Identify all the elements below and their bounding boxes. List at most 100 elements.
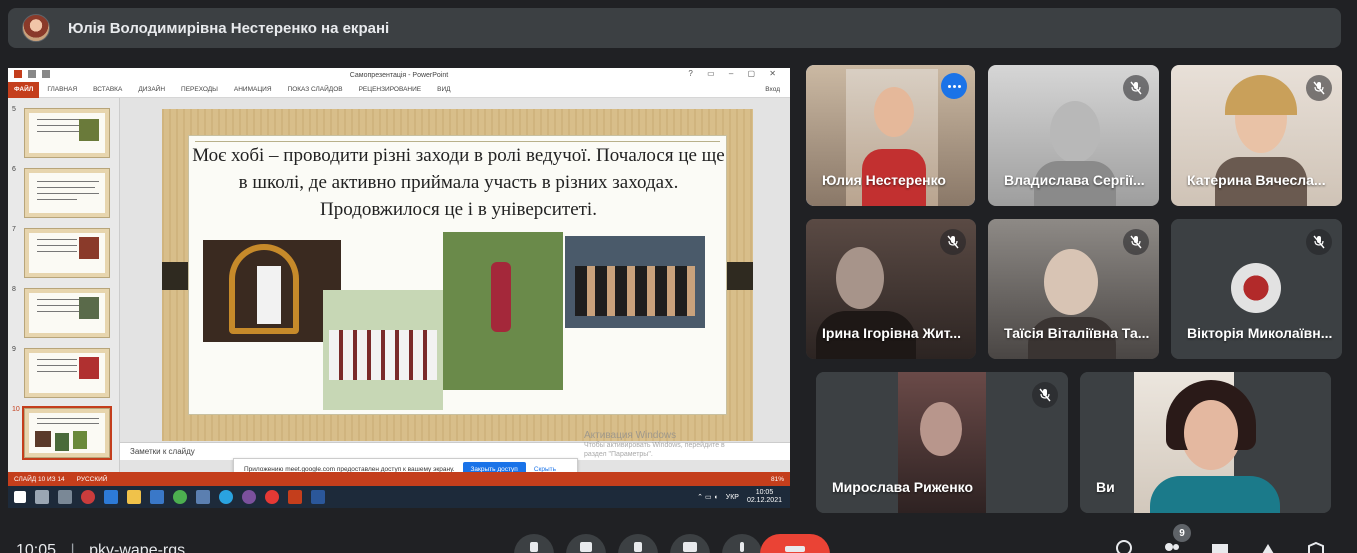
- camera-button[interactable]: [566, 534, 606, 553]
- ribbon-tab: ВИД: [437, 86, 451, 93]
- thumb-card: [22, 406, 112, 460]
- muted-indicator: [1123, 229, 1149, 255]
- thumb-number: 9: [12, 346, 16, 353]
- ppt-ribbon: ФАЙЛ ГЛАВНАЯ ВСТАВКА ДИЗАЙН ПЕРЕХОДЫ АНИ…: [8, 81, 790, 98]
- participant-name: Ви: [1096, 479, 1115, 495]
- participant-count-badge: 9: [1173, 524, 1191, 542]
- slide-thumbnail: 7: [12, 226, 118, 282]
- opera-icon: [81, 490, 95, 504]
- slide-photo-2: [323, 290, 443, 410]
- participant-tile-self[interactable]: Ви: [1080, 372, 1331, 513]
- participant-tile[interactable]: Таїсія Віталіївна Та...: [988, 219, 1159, 359]
- slide-photo-1: [203, 240, 341, 342]
- participant-name: Таїсія Віталіївна Та...: [1004, 325, 1150, 341]
- participant-tile[interactable]: Ірина Ігорівна Жит...: [806, 219, 976, 359]
- presenter-bar: Юлія Володимирівна Нестеренко на екрані: [8, 8, 1341, 48]
- ribbon-tab: ВСТАВКА: [93, 86, 123, 93]
- muted-indicator: [1306, 75, 1332, 101]
- thumb-card: [24, 228, 110, 278]
- slide-counter: СЛАЙД 10 ИЗ 14: [14, 475, 65, 483]
- mic-off-icon: [1039, 388, 1051, 402]
- tray-icons: ⌃ ▭ ◖: [697, 494, 718, 501]
- slide-thumbnail: 6: [12, 166, 118, 222]
- leave-call-button[interactable]: [760, 534, 830, 553]
- shield-icon: [1308, 541, 1324, 553]
- slide-editor: Моє хобі – проводити різні заходи в ролі…: [120, 98, 790, 472]
- thumb-number: 10: [12, 406, 20, 413]
- shared-screen: Самопрезентація - PowerPoint ? ▭ – ▢ ✕ Ф…: [8, 68, 790, 508]
- ribbon-tab: ГЛАВНАЯ: [47, 86, 78, 93]
- participant-tile[interactable]: Юлия Нестеренко: [806, 65, 975, 206]
- ppt-logo-icon: [14, 70, 22, 78]
- taskbar-time: 10:05: [755, 489, 774, 496]
- participant-name: Вікторія Миколаївн...: [1187, 325, 1333, 341]
- ppt-titlebar: Самопрезентація - PowerPoint ? ▭ – ▢ ✕: [8, 68, 790, 82]
- slide-thumbnail: 8: [12, 286, 118, 342]
- ppt-body: 5 6 7 8 9 10 Моє хобі – проводити різні …: [8, 98, 790, 472]
- present-button[interactable]: [670, 534, 710, 553]
- word-icon: [311, 490, 325, 504]
- meeting-time-and-code: 10:05 | pkv-wape-rqs: [16, 542, 185, 553]
- windows-taskbar: ⌃ ▭ ◖ УКР 10:05 02.12.2021: [8, 486, 790, 508]
- thumb-number: 7: [12, 226, 16, 233]
- taskbar-date: 02.12.2021: [746, 497, 782, 504]
- task-view-icon: [58, 490, 72, 504]
- mic-off-icon: [1313, 81, 1325, 95]
- language: РУССКИЙ: [76, 475, 108, 483]
- mic-off-icon: [1130, 81, 1142, 95]
- quick-access-toolbar: [14, 70, 50, 78]
- muted-indicator: [1123, 75, 1149, 101]
- taskbar-clock: 10:05 02.12.2021: [747, 489, 782, 505]
- slide-thumbnail: 9: [12, 346, 118, 402]
- host-controls-button[interactable]: [1306, 538, 1326, 553]
- present-icon: [683, 542, 697, 552]
- ribbon-tab: ПОКАЗ СЛАЙДОВ: [287, 86, 343, 93]
- participant-tile[interactable]: Катерина Вячесла...: [1171, 65, 1342, 206]
- participant-video: [1080, 372, 1331, 513]
- muted-indicator: [940, 229, 966, 255]
- store-icon: [150, 490, 164, 504]
- meeting-code: pkv-wape-rqs: [89, 542, 186, 553]
- activities-button[interactable]: [1258, 538, 1278, 553]
- slide-content: Моє хобі – проводити різні заходи в ролі…: [188, 135, 727, 415]
- thumb-card: [24, 288, 110, 338]
- viber-icon: [242, 490, 256, 504]
- participant-tile[interactable]: Мирослава Риженко: [816, 372, 1068, 513]
- chat-icon: [1212, 544, 1228, 553]
- participant-name: Ірина Ігорівна Жит...: [822, 325, 962, 341]
- participant-tile[interactable]: Владислава Сергії...: [988, 65, 1159, 206]
- separator: |: [70, 542, 75, 553]
- watermark-line: раздел "Параметры".: [584, 451, 653, 458]
- participant-avatar: [1231, 263, 1281, 313]
- chat-button[interactable]: [1210, 538, 1230, 553]
- more-options-button[interactable]: [941, 73, 967, 99]
- system-tray: ⌃ ▭ ◖ УКР 10:05 02.12.2021: [697, 489, 790, 505]
- thumb-number: 5: [12, 106, 16, 113]
- meeting-controls-bar: 10:05 | pkv-wape-rqs: [0, 530, 1357, 553]
- info-button[interactable]: [1114, 538, 1134, 553]
- slide-thumbnail-current: 10: [12, 406, 118, 462]
- ribbon-tab: РЕЦЕНЗИРОВАНИЕ: [358, 86, 422, 93]
- more-button[interactable]: [722, 534, 762, 553]
- watermark-title: Активация Windows: [584, 430, 677, 441]
- mic-button[interactable]: [514, 534, 554, 553]
- edge-icon: [104, 490, 118, 504]
- raise-hand-button[interactable]: [618, 534, 658, 553]
- participant-tile[interactable]: Вікторія Миколаївн...: [1171, 219, 1342, 359]
- save-icon: [28, 70, 36, 78]
- participant-name: Мирослава Риженко: [832, 479, 974, 495]
- thumb-card: [24, 108, 110, 158]
- current-slide: Моє хобі – проводити різні заходи в ролі…: [162, 109, 753, 441]
- thumb-number: 8: [12, 286, 16, 293]
- camera-icon: [580, 542, 592, 552]
- chrome-icon: [173, 490, 187, 504]
- activities-icon: [1262, 544, 1274, 553]
- slide-photo-3: [443, 232, 563, 390]
- participant-name: Владислава Сергії...: [1004, 172, 1145, 188]
- windows-start-icon: [14, 491, 26, 503]
- muted-indicator: [1032, 382, 1058, 408]
- search-icon: [35, 490, 49, 504]
- windows-activation-watermark: Активация Windows Чтобы активировать Win…: [584, 430, 725, 459]
- muted-indicator: [1306, 229, 1332, 255]
- window-controls-icon: ? ▭ – ▢ ✕: [688, 69, 782, 78]
